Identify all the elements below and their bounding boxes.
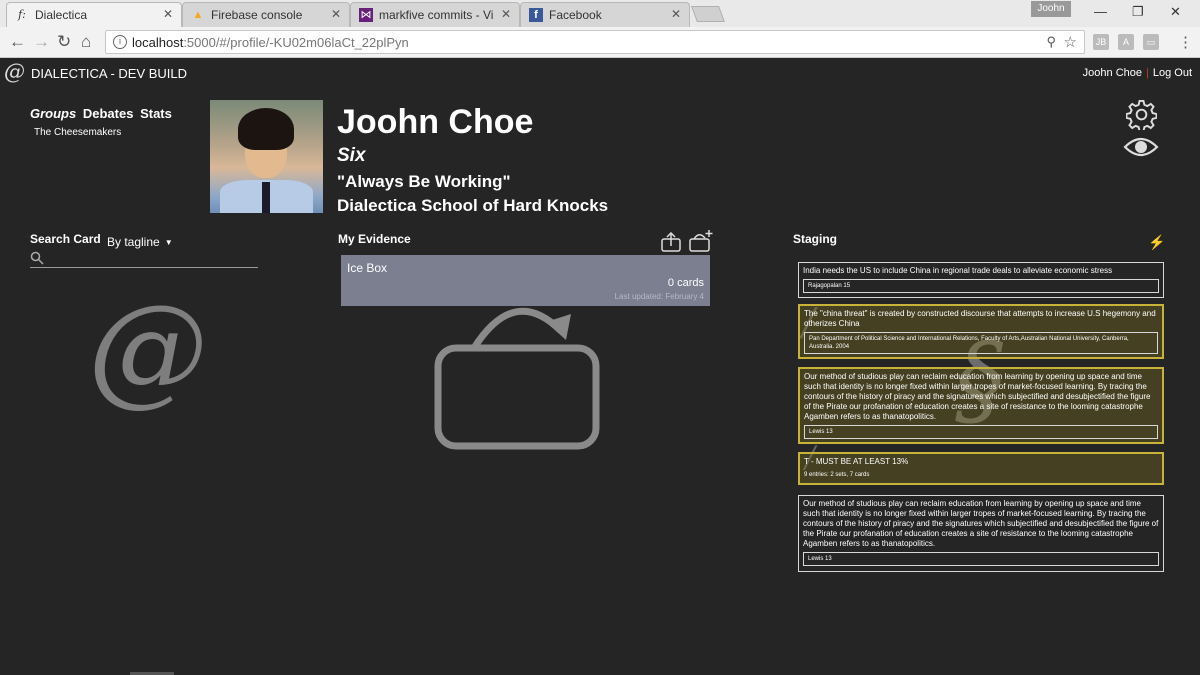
lightning-bolt-icon[interactable]: ⚡ <box>1148 234 1165 251</box>
tab-title: Facebook <box>549 8 602 22</box>
search-icon <box>30 251 44 265</box>
url-input[interactable]: i localhost:5000/#/profile/-KU02m06laCt_… <box>105 30 1085 54</box>
search-field <box>30 251 258 268</box>
address-bar-row: ← → ↻ ⌂ i localhost:5000/#/profile/-KU02… <box>0 27 1200 58</box>
profile-rank: Six <box>337 145 366 166</box>
browser-profile-chip[interactable]: Joohn <box>1031 1 1071 17</box>
facebook-icon: f <box>529 8 543 22</box>
extension-cast-icon[interactable]: ▭ <box>1143 34 1159 50</box>
set-meta: 9 entries: 2 sets, 7 cards <box>804 472 870 478</box>
tab-title: Firebase console <box>211 8 303 22</box>
empty-box-refresh-icon <box>434 307 600 450</box>
zoom-icon[interactable]: ⚲ <box>1046 34 1056 50</box>
export-box-icon[interactable] <box>660 232 682 252</box>
info-icon[interactable]: i <box>113 35 127 49</box>
app-title: DIALECTICA - DEV BUILD <box>31 66 188 81</box>
menu-kebab-icon[interactable]: ⋮ <box>1178 33 1193 51</box>
separator: | <box>1146 67 1149 79</box>
at-placeholder-icon: @ <box>88 280 208 419</box>
card-tag: T - MUST BE AT LEAST 13% <box>804 457 909 466</box>
extension-angular-icon[interactable]: A <box>1118 34 1134 50</box>
home-icon[interactable]: ⌂ <box>81 32 91 52</box>
browser-tab-strip: f: Dialectica ✕ ▲ Firebase console ✕ ⋈ m… <box>0 0 1200 27</box>
card-cite: Lewis 13 <box>803 552 1159 566</box>
tab-dialectica[interactable]: f: Dialectica ✕ <box>6 2 182 27</box>
settings-gear-icon[interactable] <box>1126 99 1157 130</box>
close-icon[interactable]: ✕ <box>163 7 173 21</box>
card-tag: India needs the US to include China in r… <box>803 266 1113 275</box>
user-name-link[interactable]: Joohn Choe <box>1083 67 1142 79</box>
nav-stats[interactable]: Stats <box>140 106 172 121</box>
staging-label: Staging <box>793 232 837 246</box>
profile-school: Dialectica School of Hard Knocks <box>337 196 609 215</box>
card-tag: The "china threat" is created by constru… <box>804 309 1156 328</box>
staging-card[interactable]: Our method of studious play can reclaim … <box>798 367 1164 444</box>
team-name[interactable]: The Cheesemakers <box>34 127 121 138</box>
caret-down-icon: ▼ <box>164 238 173 248</box>
back-icon[interactable]: ← <box>9 32 26 52</box>
card-cite: Pan Department of Political Science and … <box>804 332 1158 354</box>
minimize-icon[interactable]: — <box>1094 4 1107 19</box>
new-tab-button[interactable] <box>691 6 725 22</box>
reload-icon[interactable]: ↻ <box>57 32 71 52</box>
new-box-icon[interactable] <box>688 229 714 253</box>
search-card-label: Search Card <box>30 232 101 246</box>
card-cite: Rajagopalan 15 <box>803 279 1159 293</box>
user-links: Joohn Choe | Log Out <box>1083 67 1192 79</box>
extension-jb-icon[interactable]: JB <box>1093 34 1109 50</box>
bookmark-star-icon[interactable]: ☆ <box>1064 33 1077 51</box>
logout-link[interactable]: Log Out <box>1153 67 1192 79</box>
dialectica-favicon-icon: f: <box>18 8 26 21</box>
staging-card[interactable]: Our method of studious play can reclaim … <box>798 495 1164 572</box>
evidence-box-card[interactable]: Ice Box 0 cards Last updated: February 4 <box>341 255 710 306</box>
app-logo-icon[interactable]: @ <box>4 60 25 84</box>
nav-groups[interactable]: Groups <box>30 106 76 121</box>
card-cite: Lewis 13 <box>804 425 1158 439</box>
vs-icon: ⋈ <box>359 8 373 22</box>
profile-nav: Groups Debates Stats <box>30 106 175 121</box>
close-icon[interactable]: ✕ <box>671 7 681 21</box>
eye-icon[interactable] <box>1123 134 1159 160</box>
close-window-icon[interactable]: ✕ <box>1170 4 1181 20</box>
url-text: localhost:5000/#/profile/-KU02m06laCt_22… <box>132 35 409 50</box>
maximize-icon[interactable]: ❐ <box>1132 4 1144 20</box>
tab-firebase[interactable]: ▲ Firebase console ✕ <box>182 2 350 27</box>
avatar <box>210 100 323 213</box>
staging-card[interactable]: India needs the US to include China in r… <box>798 262 1164 298</box>
search-input[interactable] <box>48 251 253 267</box>
staging-card[interactable]: The "china threat" is created by constru… <box>798 304 1164 359</box>
staging-set-card[interactable]: T - MUST BE AT LEAST 13% 9 entries: 2 se… <box>798 452 1164 485</box>
profile-motto: "Always Be Working" <box>337 172 511 191</box>
close-icon[interactable]: ✕ <box>501 7 511 21</box>
profile-name: Joohn Choe <box>337 103 534 141</box>
box-card-count: 0 cards <box>667 277 704 289</box>
close-icon[interactable]: ✕ <box>331 7 341 21</box>
tab-title: markfive commits - Visu <box>379 8 493 22</box>
firebase-icon: ▲ <box>192 9 204 21</box>
my-evidence-label: My Evidence <box>338 232 411 246</box>
nav-debates[interactable]: Debates <box>83 106 134 121</box>
search-mode-value: By tagline <box>107 235 160 249</box>
tab-facebook[interactable]: f Facebook ✕ <box>520 2 690 27</box>
box-name: Ice Box <box>347 261 388 275</box>
card-tag: Our method of studious play can reclaim … <box>804 372 1151 421</box>
forward-icon[interactable]: → <box>33 32 50 52</box>
box-last-updated: Last updated: February 4 <box>614 292 704 301</box>
tab-markfive-commits[interactable]: ⋈ markfive commits - Visu ✕ <box>350 2 520 27</box>
tab-title: Dialectica <box>35 8 88 22</box>
search-mode-dropdown[interactable]: By tagline ▼ <box>107 235 173 249</box>
card-tag: Our method of studious play can reclaim … <box>803 499 1159 548</box>
